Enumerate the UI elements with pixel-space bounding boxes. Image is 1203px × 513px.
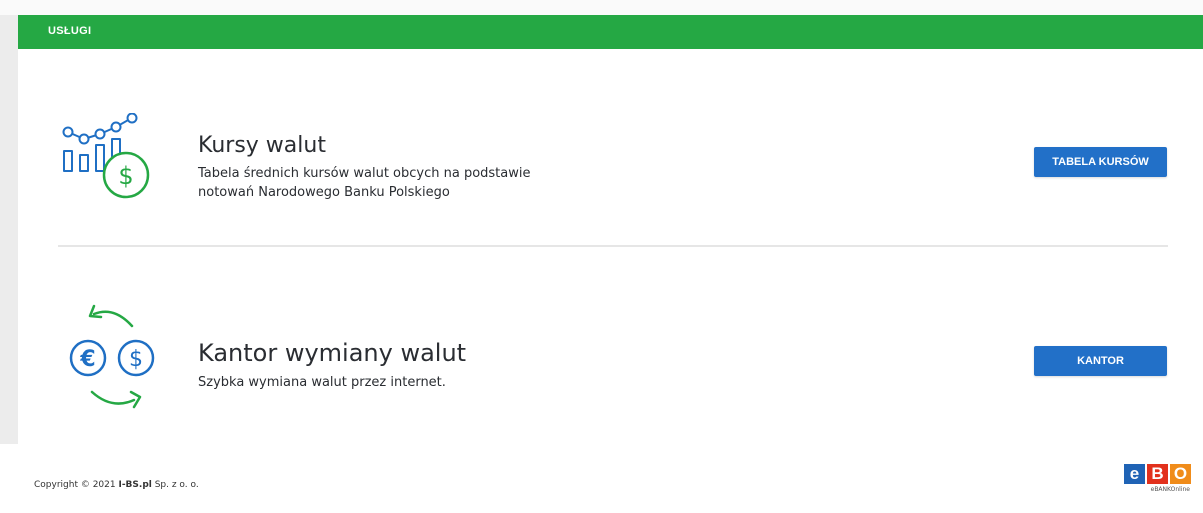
service-exchange-rates: $ Kursy walut Tabela średnich kursów wal… [18,49,1203,249]
services-panel: USŁUGI $ Kursy walut Tabela średnich kur… [18,15,1203,444]
section-header: USŁUGI [18,15,1203,49]
currency-exchange-button[interactable]: KANTOR [1034,346,1167,376]
copyright-prefix: Copyright © 2021 [34,480,119,490]
service-description: Szybka wymiana walut przez internet. [198,375,446,390]
svg-text:$: $ [118,162,133,190]
footer: Copyright © 2021 I-BS.pl Sp. z o. o. e B… [0,444,1203,513]
copyright-company: I-BS.pl [118,480,152,490]
logo-caption: eBANKOnline [1150,486,1190,493]
divider [58,245,1168,247]
logo-letter: B [1147,464,1168,484]
exchange-rates-table-button[interactable]: TABELA KURSÓW [1034,147,1167,177]
svg-text:$: $ [129,347,143,372]
top-strip [0,0,1203,15]
service-title: Kursy walut [198,133,326,158]
copyright: Copyright © 2021 I-BS.pl Sp. z o. o. [34,480,199,490]
ebank-online-logo: e B O eBANKOnline [1124,464,1194,500]
section-title: USŁUGI [48,25,92,37]
svg-text:€: € [79,347,95,372]
logo-letter: e [1124,464,1145,484]
service-title: Kantor wymiany walut [198,339,467,367]
service-currency-exchange: € $ Kantor wymiany walut Szybka wymiana … [18,251,1203,444]
service-description-line: Tabela średnich kursów walut obcych na p… [198,166,531,181]
logo-letter: O [1170,464,1191,484]
service-description: Tabela średnich kursów walut obcych na p… [198,164,628,202]
chart-dollar-icon: $ [62,112,158,203]
copyright-suffix: Sp. z o. o. [151,480,199,490]
currency-exchange-icon: € $ [54,300,162,412]
service-description-line: notowań Narodowego Banku Polskiego [198,185,450,200]
